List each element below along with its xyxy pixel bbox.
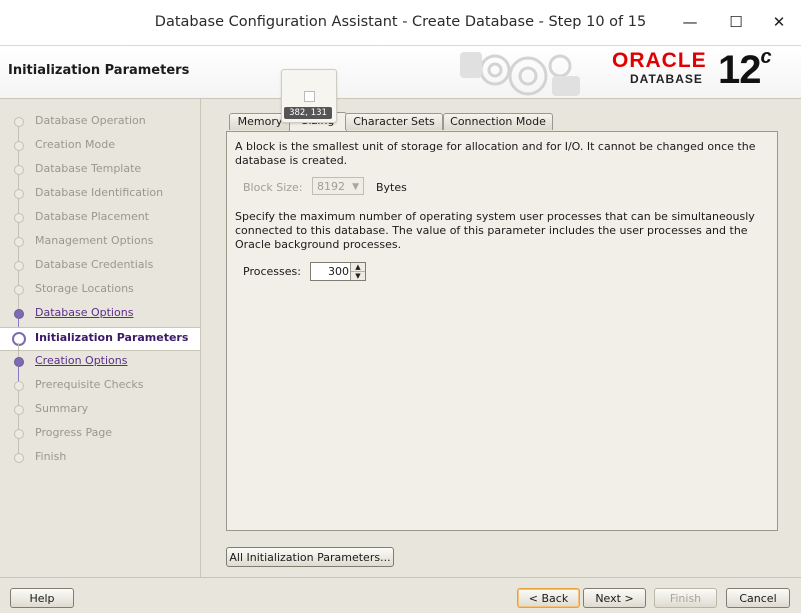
step-indicator-icon xyxy=(14,309,24,319)
sidebar-step: Initialization Parameters xyxy=(0,327,200,360)
sidebar-step: Management Options xyxy=(0,231,200,263)
sidebar-step-label: Management Options xyxy=(35,234,154,247)
processes-spinner[interactable]: 300 ▲ ▼ xyxy=(310,262,366,281)
help-button[interactable]: Help xyxy=(10,588,74,608)
sidebar-step-label: Database Operation xyxy=(35,114,146,127)
sidebar-step-label[interactable]: Creation Options xyxy=(35,354,127,367)
version-badge: 12c xyxy=(718,45,772,92)
sidebar-step-label: Creation Mode xyxy=(35,138,116,151)
step-indicator-icon xyxy=(14,165,24,175)
step-indicator-icon xyxy=(14,237,24,247)
wizard-steps-sidebar: Database Operation Creation Mode Database … xyxy=(0,99,201,577)
sidebar-step: Database Template xyxy=(0,159,200,191)
sidebar-step-label: Prerequisite Checks xyxy=(35,378,144,391)
sidebar-step-label: Database Credentials xyxy=(35,258,154,271)
tab-connection-mode[interactable]: Connection Mode xyxy=(443,113,553,130)
sidebar-step: Prerequisite Checks xyxy=(0,375,200,407)
processes-description: Specify the maximum number of operating … xyxy=(235,210,755,251)
step-indicator-icon xyxy=(14,357,24,367)
back-button[interactable]: < Back xyxy=(517,588,580,608)
sidebar-step: Database Identification xyxy=(0,183,200,215)
step-indicator-icon xyxy=(14,213,24,223)
finish-button[interactable]: Finish xyxy=(654,588,717,608)
step-indicator-icon xyxy=(14,261,24,271)
sidebar-step-label: Finish xyxy=(35,450,67,463)
sidebar-step-label: Progress Page xyxy=(35,426,113,439)
close-icon[interactable]: ✕ xyxy=(769,12,789,32)
header-banner: Initialization Parameters ORACLE DATABAS… xyxy=(0,46,801,99)
sidebar-step: Storage Locations xyxy=(0,279,200,311)
processes-label: Processes: xyxy=(243,265,301,278)
all-init-params-button[interactable]: All Initialization Parameters... xyxy=(226,547,394,567)
sidebar-step: Creation Mode xyxy=(0,135,200,167)
sidebar-step: Database Placement xyxy=(0,207,200,239)
block-size-description: A block is the smallest unit of storage … xyxy=(235,140,756,167)
sidebar-step: Summary xyxy=(0,399,200,431)
sidebar-step: Finish xyxy=(0,447,200,469)
step-indicator-icon xyxy=(14,189,24,199)
gears-graphic-icon xyxy=(460,52,580,96)
block-size-select[interactable]: 8192 ▼ xyxy=(312,177,364,195)
minimize-icon[interactable]: — xyxy=(680,12,700,32)
sidebar-step-label[interactable]: Database Options xyxy=(35,306,133,319)
step-indicator-icon xyxy=(14,405,24,415)
spinner-up-icon[interactable]: ▲ xyxy=(351,263,365,272)
step-indicator-icon xyxy=(14,453,24,463)
sizing-panel: A block is the smallest unit of storage … xyxy=(226,131,778,531)
block-size-label: Block Size: xyxy=(243,181,303,194)
page-title: Initialization Parameters xyxy=(8,63,190,78)
step-indicator-icon xyxy=(14,285,24,295)
spinner-buttons: ▲ ▼ xyxy=(350,263,365,280)
sidebar-step: Database Operation xyxy=(0,111,200,143)
sidebar-step: Database Credentials xyxy=(0,255,200,287)
main-content: Memory Sizing Character Sets Connection … xyxy=(201,99,801,577)
processes-value[interactable]: 300 xyxy=(328,265,349,278)
coordinate-readout: 382, 131 xyxy=(284,107,332,119)
step-indicator-icon xyxy=(14,429,24,439)
next-button[interactable]: Next > xyxy=(583,588,646,608)
maximize-icon[interactable]: ☐ xyxy=(726,12,746,32)
sidebar-step[interactable]: Creation Options xyxy=(0,351,200,383)
step-indicator-icon xyxy=(14,141,24,151)
step-indicator-icon xyxy=(12,332,26,346)
tab-character-sets[interactable]: Character Sets xyxy=(345,113,443,130)
spinner-down-icon[interactable]: ▼ xyxy=(351,272,365,280)
sidebar-step[interactable]: Database Options xyxy=(0,303,200,335)
sidebar-step-label: Database Template xyxy=(35,162,142,175)
sidebar-step-label: Database Placement xyxy=(35,210,149,223)
chevron-down-icon: ▼ xyxy=(352,182,359,192)
cancel-button[interactable]: Cancel xyxy=(726,588,790,608)
window-titlebar: Database Configuration Assistant - Creat… xyxy=(0,0,801,46)
step-indicator-icon xyxy=(14,117,24,127)
sidebar-step: Progress Page xyxy=(0,423,200,455)
step-indicator-icon xyxy=(14,381,24,391)
footer-divider xyxy=(0,577,801,578)
sidebar-step-label: Summary xyxy=(35,402,89,415)
block-size-unit: Bytes xyxy=(376,181,407,194)
sidebar-step-label: Initialization Parameters xyxy=(35,331,189,344)
sidebar-step-label: Database Identification xyxy=(35,186,164,199)
sidebar-step-label: Storage Locations xyxy=(35,282,134,295)
oracle-logo: ORACLE DATABASE xyxy=(612,49,707,87)
